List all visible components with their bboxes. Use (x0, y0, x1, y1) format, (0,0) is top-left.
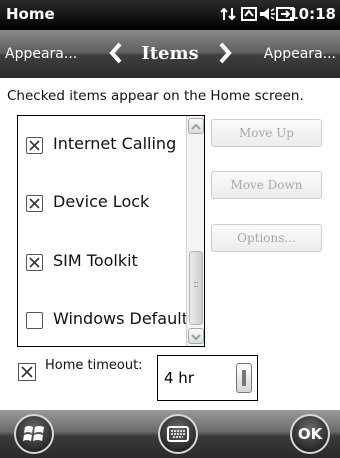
home-timeout-checkbox[interactable] (18, 363, 36, 381)
checkmark-icon (29, 140, 40, 151)
list-item[interactable]: SIM Toolkit (18, 247, 186, 277)
item-label: Internet Calling (53, 134, 177, 153)
move-down-button[interactable]: Move Down (211, 171, 322, 199)
move-up-button[interactable]: Move Up (211, 119, 322, 147)
scroll-thumb[interactable] (189, 251, 203, 325)
list-scrollbar[interactable] (186, 116, 204, 346)
ok-label: OK (297, 425, 323, 443)
status-bar: Home 10:18 (0, 0, 340, 30)
dropdown-arrow-icon (242, 370, 246, 386)
data-connection-icon (220, 7, 236, 21)
keyboard-button[interactable] (158, 414, 198, 454)
list-item[interactable]: Device Lock (18, 188, 186, 218)
nav-next-link[interactable]: Appeara... (264, 46, 336, 62)
scroll-up-button[interactable] (188, 118, 204, 134)
instructions-text: Checked items appear on the Home screen. (7, 88, 304, 104)
items-list[interactable]: Internet Calling Device Lock SIM Toolkit… (17, 115, 205, 347)
item-checkbox[interactable] (26, 254, 43, 271)
list-item[interactable]: Internet Calling (18, 130, 186, 160)
message-icon (241, 7, 257, 21)
dropdown-button[interactable] (236, 363, 252, 393)
item-checkbox[interactable] (26, 312, 43, 329)
checkmark-icon (29, 198, 40, 209)
bottom-bar: OK (0, 410, 340, 458)
checkmark-icon (29, 257, 40, 268)
status-icons[interactable] (220, 5, 295, 25)
list-item[interactable]: Windows Default (18, 305, 196, 335)
home-timeout-select[interactable]: 4 hr (157, 355, 258, 401)
item-label: SIM Toolkit (53, 251, 138, 270)
scroll-down-button[interactable] (188, 328, 204, 344)
item-checkbox[interactable] (26, 195, 43, 212)
start-button[interactable] (14, 414, 54, 454)
keyboard-icon (167, 426, 189, 442)
chevron-up-icon (191, 123, 201, 130)
ok-button[interactable]: OK (290, 414, 330, 454)
chevron-down-icon (191, 334, 201, 341)
nav-bar: Appeara... Items Appeara... (0, 30, 340, 78)
item-label: Windows Default (53, 309, 188, 328)
app-title: Home (6, 5, 55, 23)
speaker-icon (260, 8, 275, 20)
clock[interactable]: 10:18 (288, 5, 336, 23)
item-label: Device Lock (53, 192, 150, 211)
home-timeout-label: Home timeout: (45, 358, 143, 373)
checkmark-icon (21, 366, 33, 378)
item-checkbox[interactable] (26, 137, 43, 154)
home-timeout-value: 4 hr (164, 369, 194, 387)
options-button[interactable]: Options... (211, 224, 322, 252)
chevron-right-icon[interactable] (217, 42, 233, 64)
windows-logo-icon (23, 426, 44, 441)
